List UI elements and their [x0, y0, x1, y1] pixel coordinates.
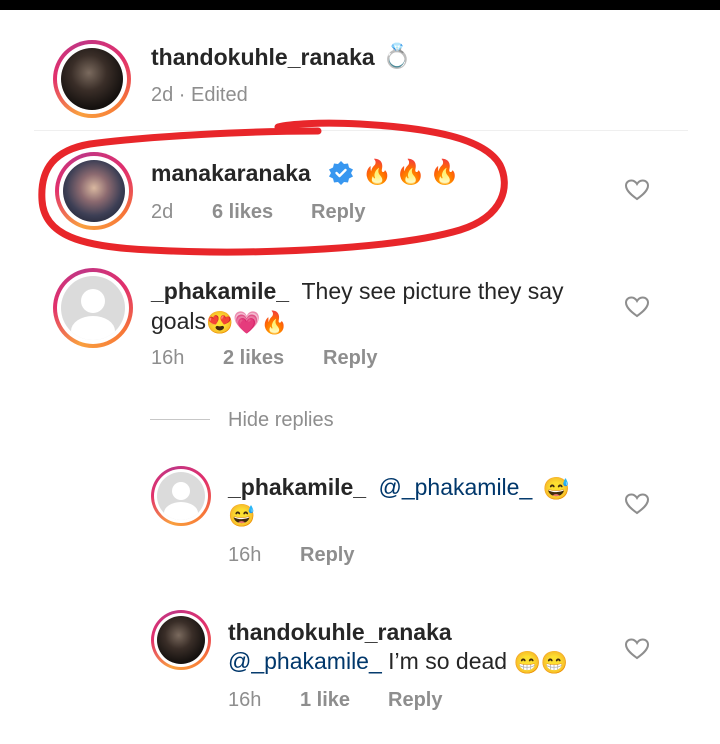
like-heart-icon[interactable]	[624, 295, 650, 319]
comment-body-line1: They see picture they say	[301, 278, 564, 304]
like-heart-icon[interactable]	[624, 492, 650, 516]
comment-likes[interactable]: 2 likes	[223, 347, 284, 370]
comment-time: 16h	[151, 347, 185, 369]
reply-button[interactable]: Reply	[300, 544, 354, 567]
reply-username[interactable]: thandokuhle_ranaka	[228, 619, 452, 646]
reply-text: @_phakamile_ I’m so dead 😁😁	[228, 648, 568, 676]
reply-avatar[interactable]	[151, 610, 211, 670]
hide-replies-button[interactable]: Hide replies	[228, 409, 334, 432]
reply-emoji: 😁😁	[513, 649, 569, 675]
reply-avatar[interactable]	[151, 466, 211, 526]
reply-time: 16h	[228, 544, 262, 566]
reply-button[interactable]: Reply	[323, 347, 377, 370]
reply-username[interactable]: _phakamile_	[228, 474, 366, 500]
comment-text: _phakamile_ They see picture they say	[151, 278, 564, 305]
reply-mention[interactable]: @_phakamile_	[378, 474, 532, 500]
reply-likes[interactable]: 1 like	[300, 689, 350, 712]
comment-emoji: 😍💗🔥	[205, 309, 289, 335]
reply-time: 16h	[228, 689, 262, 711]
comment-body-line2: goals	[151, 308, 206, 334]
comment-text-line2: goals😍💗🔥	[151, 308, 288, 336]
reply-mention[interactable]: @_phakamile_	[228, 648, 382, 674]
reply-emoji: 😅	[542, 475, 571, 501]
comment-username[interactable]: _phakamile_	[151, 278, 289, 304]
comment-avatar[interactable]	[53, 268, 133, 348]
reply-body: I’m so dead	[381, 648, 514, 674]
reply-text: _phakamile_ @_phakamile_ 😅	[228, 474, 570, 502]
reply-emoji-line2: 😅	[228, 503, 256, 528]
hide-replies-line	[150, 419, 210, 420]
like-heart-icon[interactable]	[624, 637, 650, 661]
reply-button[interactable]: Reply	[388, 689, 442, 712]
